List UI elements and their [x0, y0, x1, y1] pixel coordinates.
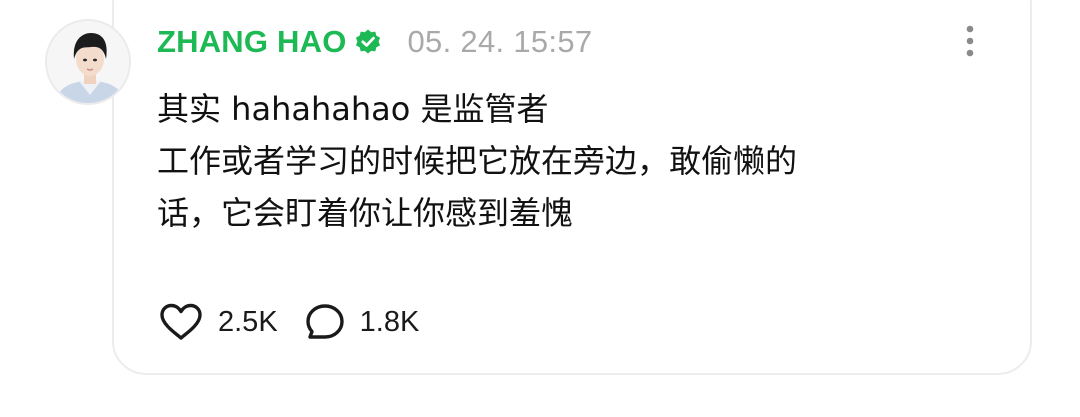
- post-body: 其实 hahahahao 是监管者 工作或者学习的时候把它放在旁边，敢偷懒的 话…: [157, 83, 1017, 239]
- post-text-line: 其实 hahahahao 是监管者: [157, 90, 549, 128]
- post-text-line: 工作或者学习的时候把它放在旁边，敢偷懒的: [157, 142, 798, 180]
- like-button[interactable]: 2.5K: [158, 302, 278, 342]
- avatar-photo: [47, 21, 129, 103]
- comment-count: 1.8K: [359, 305, 420, 338]
- post-header: ZHANG HAO 05. 24. 15:57: [157, 22, 592, 62]
- like-count: 2.5K: [218, 305, 278, 338]
- post-actions: 2.5K 1.8K: [158, 302, 419, 342]
- author-name[interactable]: ZHANG HAO: [157, 24, 347, 60]
- verified-badge-icon: [354, 28, 382, 56]
- post-text-line: 话，它会盯着你让你感到羞愧: [157, 194, 574, 232]
- more-vertical-icon: [966, 25, 974, 57]
- heart-icon: [160, 303, 202, 340]
- author-avatar[interactable]: [45, 19, 131, 105]
- comment-button[interactable]: 1.8K: [304, 302, 420, 342]
- comment-bubble-icon: [305, 304, 344, 339]
- more-options-button[interactable]: [958, 24, 982, 58]
- post-timestamp: 05. 24. 15:57: [407, 24, 593, 59]
